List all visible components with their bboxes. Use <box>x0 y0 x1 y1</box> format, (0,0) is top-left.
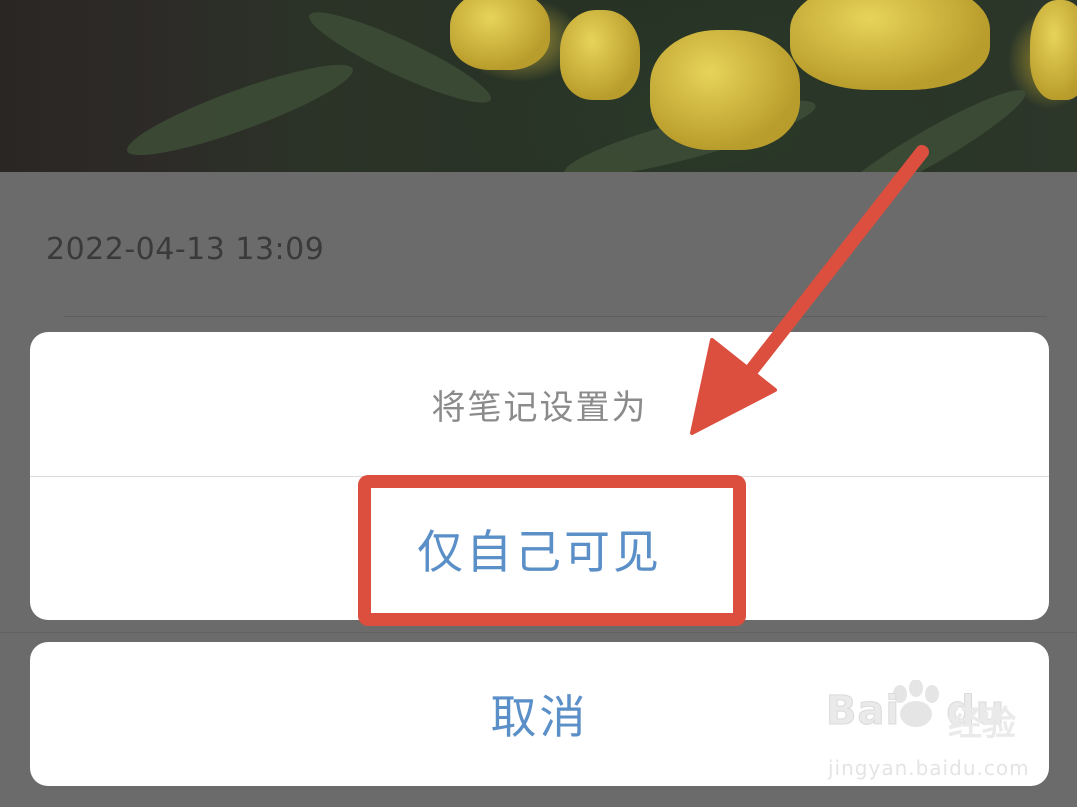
divider <box>64 316 1047 317</box>
photo-tulip <box>450 0 550 70</box>
photo-tulip <box>790 0 990 90</box>
annotation-highlight-box <box>358 475 746 626</box>
photo-leaf <box>120 50 360 170</box>
divider <box>0 632 1077 633</box>
photo-tulip <box>560 10 640 100</box>
watermark-product: 经验 <box>948 704 1016 744</box>
photo-leaf <box>826 77 1034 172</box>
note-timestamp: 2022-04-13 13:09 <box>46 232 325 267</box>
watermark-url: jingyan.baidu.com <box>828 756 1030 780</box>
note-cover-photo <box>0 0 1077 172</box>
photo-tulip <box>650 30 800 150</box>
cancel-label: 取消 <box>490 690 589 744</box>
action-sheet-title: 将笔记设置为 <box>431 387 648 428</box>
photo-tulip <box>1030 0 1077 100</box>
baidu-jingyan-watermark: Bai du 经验 jingyan.baidu.com <box>825 680 1036 788</box>
